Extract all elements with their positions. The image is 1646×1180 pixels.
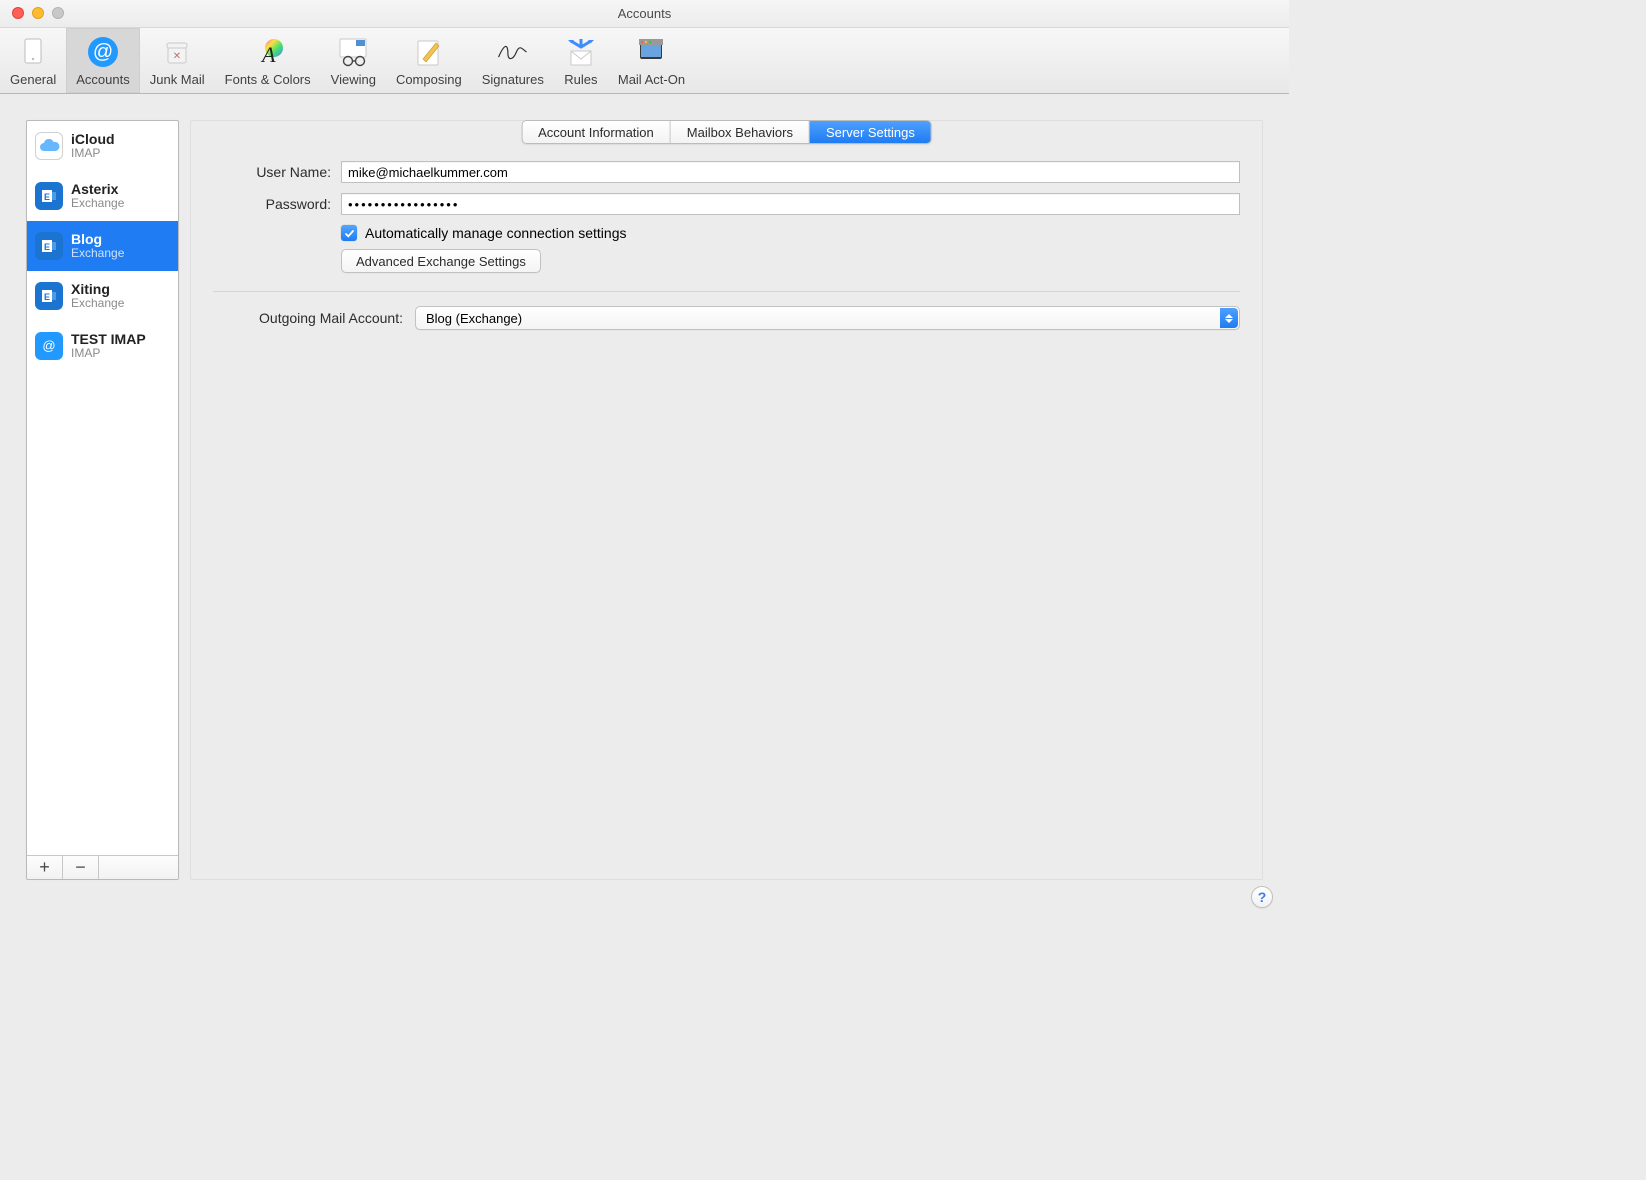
viewing-icon	[336, 35, 370, 69]
toolbar-rules[interactable]: Rules	[554, 28, 608, 93]
toolbar-accounts[interactable]: @ Accounts	[66, 28, 139, 93]
exchange-icon: E	[35, 182, 63, 210]
fonts-colors-icon: A	[251, 35, 285, 69]
cloud-icon	[35, 132, 63, 160]
window-controls	[12, 7, 64, 19]
zoom-window-button[interactable]	[52, 7, 64, 19]
signature-icon	[496, 35, 530, 69]
rules-icon	[564, 35, 598, 69]
auto-manage-label: Automatically manage connection settings	[365, 225, 626, 241]
account-name: iCloud	[71, 131, 115, 147]
exchange-icon: E	[35, 232, 63, 260]
tab-mailbox-behaviors[interactable]: Mailbox Behaviors	[671, 121, 810, 143]
titlebar: Accounts	[0, 0, 1289, 28]
trash-icon: ✕	[160, 35, 194, 69]
accounts-sidebar: iCloud IMAP E Asterix Exchange E Blog	[26, 120, 179, 880]
remove-account-button[interactable]: −	[63, 856, 99, 879]
content-area: iCloud IMAP E Asterix Exchange E Blog	[0, 94, 1289, 924]
password-input[interactable]	[341, 193, 1240, 215]
toolbar-label: Rules	[564, 72, 597, 87]
divider	[213, 291, 1240, 292]
toolbar-general[interactable]: General	[0, 28, 66, 93]
account-type: Exchange	[71, 197, 124, 211]
check-icon	[344, 228, 355, 239]
server-settings-form: User Name: Password: Automatically manag…	[213, 161, 1240, 330]
toolbar-label: Viewing	[331, 72, 376, 87]
account-item-test-imap[interactable]: @ TEST IMAP IMAP	[27, 321, 178, 371]
toolbar-viewing[interactable]: Viewing	[321, 28, 386, 93]
toolbar-signatures[interactable]: Signatures	[472, 28, 554, 93]
general-icon	[16, 35, 50, 69]
toolbar-mail-act-on[interactable]: Mail Act-On	[608, 28, 695, 93]
toolbar-junk-mail[interactable]: ✕ Junk Mail	[140, 28, 215, 93]
svg-text:A: A	[260, 42, 276, 67]
svg-text:E: E	[44, 192, 50, 202]
account-name: TEST IMAP	[71, 331, 146, 347]
exchange-icon: E	[35, 282, 63, 310]
svg-text:@: @	[42, 338, 55, 353]
list-footer: + −	[27, 855, 178, 879]
toolbar-fonts-colors[interactable]: A Fonts & Colors	[215, 28, 321, 93]
advanced-exchange-settings-button[interactable]: Advanced Exchange Settings	[341, 249, 541, 273]
mail-act-on-icon	[634, 35, 668, 69]
svg-text:E: E	[44, 242, 50, 252]
toolbar-label: Accounts	[76, 72, 129, 87]
outgoing-mail-label: Outgoing Mail Account:	[213, 310, 403, 326]
toolbar-label: Fonts & Colors	[225, 72, 311, 87]
account-name: Blog	[71, 231, 124, 247]
account-name: Asterix	[71, 181, 124, 197]
at-icon: @	[35, 332, 63, 360]
account-name: Xiting	[71, 281, 124, 297]
password-label: Password:	[213, 196, 331, 212]
at-icon: @	[86, 35, 120, 69]
account-item-icloud[interactable]: iCloud IMAP	[27, 121, 178, 171]
svg-text:✕: ✕	[173, 51, 181, 62]
accounts-list: iCloud IMAP E Asterix Exchange E Blog	[27, 121, 178, 855]
plus-icon: +	[39, 857, 50, 878]
compose-icon	[412, 35, 446, 69]
account-type: IMAP	[71, 147, 115, 161]
toolbar-composing[interactable]: Composing	[386, 28, 472, 93]
toolbar-label: General	[10, 72, 56, 87]
user-name-label: User Name:	[213, 164, 331, 180]
account-detail-panel: Account Information Mailbox Behaviors Se…	[190, 120, 1263, 880]
help-icon: ?	[1258, 889, 1267, 905]
outgoing-mail-account-select[interactable]: Blog (Exchange)	[415, 306, 1240, 330]
user-name-input[interactable]	[341, 161, 1240, 183]
select-value: Blog (Exchange)	[426, 311, 522, 326]
account-type: Exchange	[71, 297, 124, 311]
select-stepper-icon	[1220, 308, 1238, 328]
auto-manage-checkbox[interactable]	[341, 225, 357, 241]
svg-text:@: @	[93, 41, 113, 63]
account-type: Exchange	[71, 247, 124, 261]
account-type: IMAP	[71, 347, 146, 361]
help-button[interactable]: ?	[1251, 886, 1273, 908]
minimize-window-button[interactable]	[32, 7, 44, 19]
toolbar-label: Junk Mail	[150, 72, 205, 87]
toolbar-label: Signatures	[482, 72, 544, 87]
preferences-toolbar: General @ Accounts ✕ Junk Mail A Fonts &…	[0, 28, 1289, 94]
minus-icon: −	[75, 857, 86, 878]
svg-text:E: E	[44, 292, 50, 302]
toolbar-label: Mail Act-On	[618, 72, 685, 87]
tab-account-information[interactable]: Account Information	[522, 121, 671, 143]
account-item-xiting[interactable]: E Xiting Exchange	[27, 271, 178, 321]
account-item-asterix[interactable]: E Asterix Exchange	[27, 171, 178, 221]
button-label: Advanced Exchange Settings	[356, 254, 526, 269]
tab-server-settings[interactable]: Server Settings	[810, 121, 931, 143]
toolbar-label: Composing	[396, 72, 462, 87]
add-account-button[interactable]: +	[27, 856, 63, 879]
window-title: Accounts	[618, 6, 671, 21]
account-item-blog[interactable]: E Blog Exchange	[27, 221, 178, 271]
account-tabs: Account Information Mailbox Behaviors Se…	[521, 120, 932, 144]
footer-spacer	[99, 856, 178, 879]
close-window-button[interactable]	[12, 7, 24, 19]
